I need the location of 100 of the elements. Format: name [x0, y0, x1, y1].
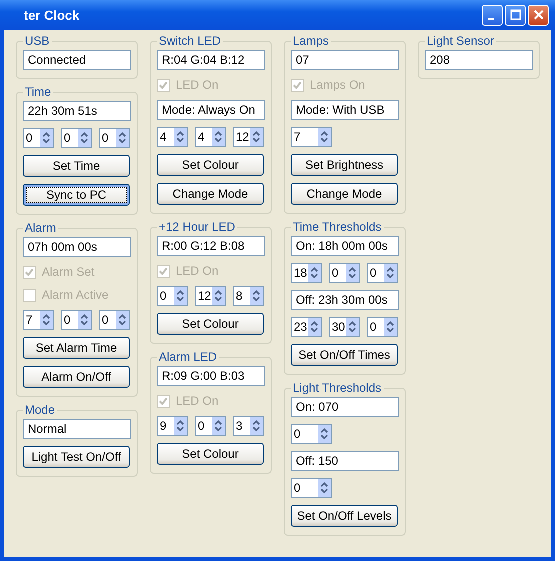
spin-arrows-icon[interactable] [174, 287, 187, 305]
checkbox-label: LED On [176, 394, 219, 408]
group-title: Mode [24, 403, 56, 417]
number-spinner[interactable]: 8 [233, 286, 264, 306]
number-spinner[interactable]: 0 [291, 478, 332, 498]
number-spinner[interactable]: 0 [99, 128, 130, 148]
number-spinner[interactable]: 0 [61, 310, 92, 330]
text-field[interactable]: 07h 00m 00s [23, 237, 131, 257]
group-title: Time [24, 85, 52, 99]
close-button[interactable] [528, 4, 549, 26]
spin-arrows-icon[interactable] [384, 318, 397, 336]
push-button[interactable]: Sync to PC [23, 184, 130, 206]
text-field[interactable]: 22h 30m 51s [23, 101, 131, 121]
spin-arrows-icon[interactable] [212, 287, 225, 305]
spin-arrows-icon[interactable] [308, 264, 321, 282]
spin-arrows-icon[interactable] [212, 128, 225, 146]
push-button[interactable]: Change Mode [291, 183, 398, 205]
text-field[interactable]: Mode: Always On [157, 100, 265, 120]
text-field[interactable]: Mode: With USB [291, 100, 399, 120]
number-spinner[interactable]: 0 [61, 128, 92, 148]
number-spinner[interactable]: 12 [195, 286, 226, 306]
spin-arrows-icon[interactable] [78, 311, 91, 329]
number-spinner[interactable]: 0 [291, 424, 332, 444]
minimize-button[interactable] [482, 4, 503, 26]
spin-arrows-icon[interactable] [40, 129, 53, 147]
push-button[interactable]: Set Time [23, 155, 130, 177]
spin-arrows-icon[interactable] [346, 318, 359, 336]
spin-arrows-icon[interactable] [212, 417, 225, 435]
spin-arrows-icon[interactable] [174, 128, 187, 146]
number-spinner[interactable]: 0 [157, 286, 188, 306]
number-spinner[interactable]: 7 [291, 127, 332, 147]
text-field[interactable]: Connected [23, 50, 131, 70]
spin-arrows-icon[interactable] [116, 311, 129, 329]
spin-arrows-icon[interactable] [318, 479, 331, 497]
checkbox-label: LED On [176, 264, 219, 278]
spin-arrows-icon[interactable] [346, 264, 359, 282]
text-field[interactable]: On: 18h 00m 00s [291, 236, 399, 256]
checkbox-label: LED On [176, 78, 219, 92]
text-field[interactable]: R:04 G:04 B:12 [157, 50, 265, 70]
window-title: ter Clock [24, 8, 80, 22]
spin-arrows-icon[interactable] [318, 128, 331, 146]
spin-arrows-icon[interactable] [250, 128, 263, 146]
spin-arrows-icon[interactable] [78, 129, 91, 147]
group-title: Light Thresholds [292, 381, 382, 395]
spin-arrows-icon[interactable] [384, 264, 397, 282]
group-title: Time Thresholds [292, 220, 383, 234]
number-spinner[interactable]: 7 [23, 310, 54, 330]
spin-arrows-icon[interactable] [40, 311, 53, 329]
minimize-icon [488, 18, 494, 20]
push-button[interactable]: Light Test On/Off [23, 446, 130, 468]
text-field[interactable]: Normal [23, 419, 131, 439]
number-spinner[interactable]: 4 [195, 127, 226, 147]
number-spinner[interactable]: 12 [233, 127, 264, 147]
number-spinner[interactable]: 30 [329, 317, 360, 337]
group-title: Alarm LED [158, 350, 218, 364]
number-spinner[interactable]: 0 [367, 263, 398, 283]
text-field[interactable]: Off: 150 [291, 451, 399, 471]
push-button[interactable]: Set On/Off Times [291, 344, 398, 366]
number-spinner[interactable]: 4 [157, 127, 188, 147]
checkbox-label: Lamps On [310, 78, 366, 92]
push-button[interactable]: Set Brightness [291, 154, 398, 176]
spin-arrows-icon[interactable] [174, 417, 187, 435]
push-button[interactable]: Set Colour [157, 443, 264, 465]
group-title: Switch LED [158, 34, 222, 48]
number-spinner[interactable]: 0 [329, 263, 360, 283]
number-spinner[interactable]: 0 [367, 317, 398, 337]
group-title: USB [24, 34, 51, 48]
text-field[interactable]: 208 [425, 50, 533, 70]
push-button[interactable]: Set Colour [157, 313, 264, 335]
text-field[interactable]: 07 [291, 50, 399, 70]
text-field[interactable]: Off: 23h 30m 00s [291, 290, 399, 310]
push-button[interactable]: Change Mode [157, 183, 264, 205]
spin-arrows-icon[interactable] [116, 129, 129, 147]
group-title: Alarm [24, 221, 58, 235]
text-field[interactable]: On: 070 [291, 397, 399, 417]
group-title: Lamps [292, 34, 330, 48]
number-spinner[interactable]: 0 [99, 310, 130, 330]
push-button[interactable]: Set Colour [157, 154, 264, 176]
checkbox-label: Alarm Set [42, 265, 95, 279]
push-button[interactable]: Alarm On/Off [23, 366, 130, 388]
push-button[interactable]: Set On/Off Levels [291, 505, 398, 527]
spin-arrows-icon[interactable] [250, 287, 263, 305]
number-spinner[interactable]: 0 [23, 128, 54, 148]
spin-arrows-icon[interactable] [308, 318, 321, 336]
spin-arrows-icon[interactable] [318, 425, 331, 443]
number-spinner[interactable]: 23 [291, 317, 322, 337]
number-spinner[interactable]: 3 [233, 416, 264, 436]
spin-arrows-icon[interactable] [250, 417, 263, 435]
text-field[interactable]: R:00 G:12 B:08 [157, 236, 265, 256]
number-spinner[interactable]: 0 [195, 416, 226, 436]
group-title: +12 Hour LED [158, 220, 236, 234]
number-spinner[interactable]: 18 [291, 263, 322, 283]
number-spinner[interactable]: 9 [157, 416, 188, 436]
maximize-icon [510, 9, 522, 21]
text-field[interactable]: R:09 G:00 B:03 [157, 366, 265, 386]
group-title: Light Sensor [426, 34, 496, 48]
checkbox-label: Alarm Active [42, 288, 109, 302]
push-button[interactable]: Set Alarm Time [23, 337, 130, 359]
maximize-button[interactable] [505, 4, 526, 26]
close-icon [532, 9, 544, 21]
